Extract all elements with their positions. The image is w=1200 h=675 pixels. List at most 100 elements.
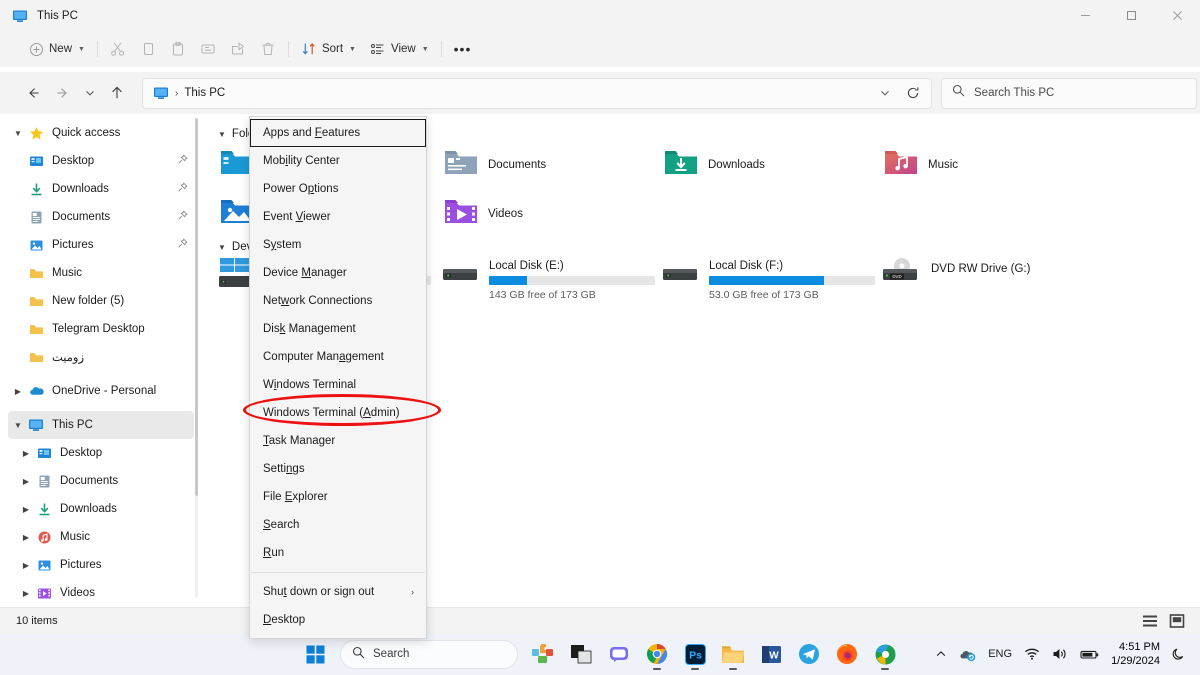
win-x-power-user-menu[interactable]: Apps and Features Mobility Center Power …: [249, 116, 427, 639]
sidebar-item-this-pc[interactable]: ▼ This PC: [8, 411, 194, 439]
sidebar-item-documents[interactable]: Documents: [8, 203, 194, 231]
sort-button[interactable]: Sort ▼: [294, 35, 363, 63]
task-view-icon[interactable]: [564, 637, 598, 671]
menu-item-event-viewer[interactable]: Event Viewer: [250, 203, 426, 231]
sidebar-item-downloads[interactable]: Downloads: [8, 175, 194, 203]
idm-icon[interactable]: [868, 637, 902, 671]
chevron-down-icon[interactable]: ▼: [8, 421, 28, 430]
folder-item-documents[interactable]: Documents: [438, 140, 658, 189]
recent-locations-button[interactable]: [78, 78, 102, 108]
sidebar-item-music-folder[interactable]: Music: [8, 259, 194, 287]
sidebar-item-pictures[interactable]: Pictures: [8, 231, 194, 259]
back-button[interactable]: [18, 78, 48, 108]
drive-item-f[interactable]: Local Disk (F:) 53.0 GB free of 173 GB: [658, 257, 906, 311]
widgets-icon[interactable]: [526, 637, 560, 671]
menu-item-system[interactable]: System: [250, 231, 426, 259]
new-button[interactable]: New ▼: [24, 35, 92, 63]
onedrive-sync-icon[interactable]: [953, 637, 982, 671]
folder-item-music[interactable]: Music: [878, 140, 1098, 189]
menu-item-run[interactable]: Run: [250, 539, 426, 567]
sidebar-item-desktop[interactable]: Desktop: [8, 147, 194, 175]
sidebar-item-pc-documents[interactable]: ▶ Documents: [8, 467, 194, 495]
sidebar-item-pc-videos[interactable]: ▶ Videos: [8, 579, 194, 607]
sidebar-item-new-folder-5[interactable]: New folder (5): [8, 287, 194, 315]
pin-icon[interactable]: [177, 208, 188, 226]
sidebar-item-pc-downloads[interactable]: ▶ Downloads: [8, 495, 194, 523]
minimize-button[interactable]: [1062, 0, 1108, 31]
details-view-button[interactable]: [1141, 612, 1159, 630]
menu-item-computer-management[interactable]: Computer Management: [250, 343, 426, 371]
sidebar-scrollbar-thumb[interactable]: [195, 118, 198, 496]
pin-icon[interactable]: [177, 236, 188, 254]
menu-item-shut-down-or-sign-out[interactable]: Shut down or sign out ›: [250, 578, 426, 606]
chevron-right-icon[interactable]: ▶: [8, 387, 28, 396]
chevron-right-icon[interactable]: ▶: [16, 561, 36, 570]
menu-item-apps-and-features[interactable]: Apps and Features: [250, 119, 426, 147]
sidebar-item-zoomit[interactable]: زوميت: [8, 343, 194, 371]
taskbar-search-box[interactable]: Search: [340, 639, 518, 669]
volume-icon[interactable]: [1046, 637, 1074, 671]
file-explorer-icon[interactable]: [716, 637, 750, 671]
breadcrumb[interactable]: This PC: [184, 87, 225, 99]
photoshop-icon[interactable]: Ps: [678, 637, 712, 671]
moon-icon[interactable]: [1166, 637, 1192, 671]
search-input[interactable]: Search This PC: [974, 87, 1054, 99]
group-header-devices[interactable]: ▼ Dev: [218, 236, 252, 258]
menu-item-search[interactable]: Search: [250, 511, 426, 539]
word-icon[interactable]: W: [754, 637, 788, 671]
refresh-button[interactable]: [899, 79, 927, 107]
battery-icon[interactable]: [1074, 637, 1105, 671]
menu-item-task-manager[interactable]: Task Manager: [250, 427, 426, 455]
rename-button[interactable]: [193, 35, 223, 63]
sidebar-item-quick-access[interactable]: ▼ Quick access: [8, 119, 194, 147]
chevron-down-icon[interactable]: ▼: [218, 243, 226, 252]
paste-button[interactable]: [163, 35, 193, 63]
language-indicator[interactable]: ENG: [982, 637, 1018, 671]
menu-item-disk-management[interactable]: Disk Management: [250, 315, 426, 343]
pin-icon[interactable]: [177, 152, 188, 170]
sidebar-item-pc-desktop[interactable]: ▶ Desktop: [8, 439, 194, 467]
chevron-right-icon[interactable]: ▶: [16, 505, 36, 514]
sidebar-item-onedrive[interactable]: ▶ OneDrive - Personal: [8, 377, 194, 405]
menu-item-network-connections[interactable]: Network Connections: [250, 287, 426, 315]
sidebar-item-telegram-desktop[interactable]: Telegram Desktop: [8, 315, 194, 343]
search-box[interactable]: Search This PC: [941, 77, 1197, 109]
chevron-down-icon[interactable]: ▼: [218, 130, 226, 139]
previous-locations-button[interactable]: [871, 79, 899, 107]
menu-item-windows-terminal-admin[interactable]: Windows Terminal (Admin): [250, 399, 426, 427]
chevron-right-icon[interactable]: ▶: [16, 477, 36, 486]
copy-button[interactable]: [133, 35, 163, 63]
up-button[interactable]: [102, 78, 132, 108]
wifi-icon[interactable]: [1018, 637, 1046, 671]
delete-button[interactable]: [253, 35, 283, 63]
menu-item-settings[interactable]: Settings: [250, 455, 426, 483]
folder-item-videos[interactable]: Videos: [438, 189, 658, 238]
start-button[interactable]: [298, 637, 332, 671]
sidebar-item-pc-music[interactable]: ▶ Music: [8, 523, 194, 551]
address-bar[interactable]: › This PC: [142, 77, 932, 109]
taskbar-search-input[interactable]: Search: [373, 648, 409, 660]
clock[interactable]: 4:51 PM 1/29/2024: [1105, 640, 1166, 668]
maximize-button[interactable]: [1108, 0, 1154, 31]
telegram-icon[interactable]: [792, 637, 826, 671]
menu-item-mobility-center[interactable]: Mobility Center: [250, 147, 426, 175]
menu-item-desktop[interactable]: Desktop: [250, 606, 426, 634]
menu-item-device-manager[interactable]: Device Manager: [250, 259, 426, 287]
chat-icon[interactable]: [602, 637, 636, 671]
large-icons-view-button[interactable]: [1168, 612, 1186, 630]
pin-icon[interactable]: [177, 180, 188, 198]
chevron-down-icon[interactable]: ▼: [8, 129, 28, 138]
share-button[interactable]: [223, 35, 253, 63]
forward-button[interactable]: [48, 78, 78, 108]
folder-item-downloads[interactable]: Downloads: [658, 140, 878, 189]
view-button[interactable]: View ▼: [363, 35, 436, 63]
sidebar-item-pc-pictures[interactable]: ▶ Pictures: [8, 551, 194, 579]
chrome-icon[interactable]: [640, 637, 674, 671]
chevron-right-icon[interactable]: ▶: [16, 449, 36, 458]
menu-item-file-explorer[interactable]: File Explorer: [250, 483, 426, 511]
firefox-icon[interactable]: [830, 637, 864, 671]
chevron-up-icon[interactable]: [929, 637, 953, 671]
drive-item-e[interactable]: Local Disk (E:) 143 GB free of 173 GB: [438, 257, 686, 311]
cut-button[interactable]: [103, 35, 133, 63]
drive-item-g-dvd[interactable]: DVD DVD RW Drive (G:): [878, 257, 1126, 311]
